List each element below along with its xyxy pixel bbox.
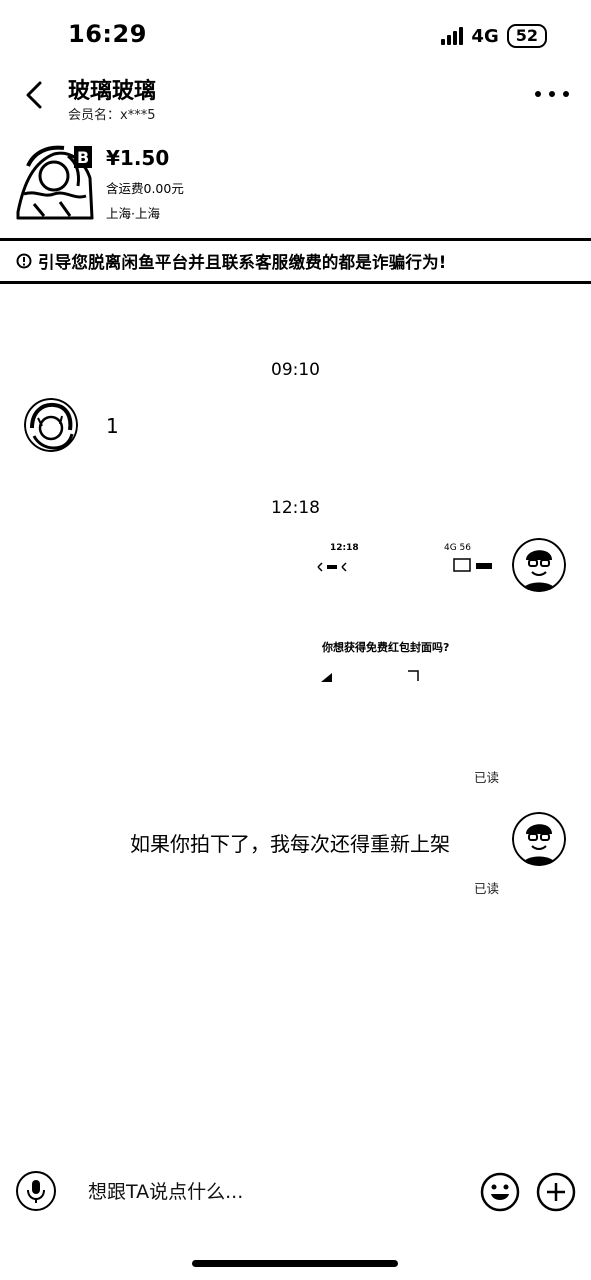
self-avatar[interactable]: [512, 812, 566, 866]
message-timestamp: 09:10: [271, 360, 320, 380]
cellular-signal-icon: [441, 27, 464, 45]
back-button[interactable]: [18, 78, 52, 112]
message-text: 如果你拍下了，我每次还得重新上架: [130, 832, 450, 856]
network-type: 4G: [471, 25, 499, 47]
voice-input-button[interactable]: [16, 1171, 56, 1211]
message-text: 1: [106, 414, 119, 438]
self-avatar[interactable]: [512, 538, 566, 592]
smiley-icon: [480, 1172, 520, 1212]
battery-level: 52: [506, 24, 547, 48]
fraud-warning-banner: 引导您脱离闲鱼平台并且联系客服缴费的都是诈骗行为!: [0, 238, 591, 284]
more-options-button[interactable]: [535, 84, 569, 104]
contact-avatar[interactable]: [24, 398, 78, 452]
screenshot-corner-icon: [321, 673, 332, 682]
screenshot-box-icon: [408, 670, 419, 681]
image-message[interactable]: 12:18 4G 56 你想获得免费红包封面吗?: [306, 535, 502, 767]
emoji-button[interactable]: [480, 1172, 520, 1212]
fraud-warning-text: 引导您脱离闲鱼平台并且联系客服缴费的都是诈骗行为!: [38, 253, 447, 272]
message-input[interactable]: [70, 1168, 490, 1216]
home-indicator: [192, 1260, 398, 1267]
status-indicators: 4G 52: [441, 24, 547, 48]
svg-text:B: B: [77, 148, 89, 167]
screenshot-avatar-icon: [453, 558, 492, 572]
message-timestamp: 12:18: [271, 498, 320, 518]
screenshot-header-icon: [317, 562, 347, 572]
microphone-icon: [27, 1180, 45, 1203]
screenshot-status: 4G 56: [444, 543, 472, 553]
product-image[interactable]: B: [14, 142, 96, 220]
read-receipt: 已读: [474, 881, 500, 896]
product-location: 上海·上海: [106, 206, 160, 221]
product-price: ¥1.50: [106, 146, 170, 170]
more-dots-icon: [535, 91, 541, 97]
screenshot-question: 你想获得免费红包封面吗?: [322, 641, 450, 654]
status-time: 16:29: [68, 20, 147, 48]
info-icon: [16, 253, 32, 269]
read-receipt: 已读: [474, 770, 500, 785]
member-name: 会员名：x***5: [68, 108, 156, 123]
plus-icon: [536, 1172, 576, 1212]
shipping-fee: 含运费0.00元: [106, 181, 184, 196]
more-actions-button[interactable]: [536, 1172, 576, 1212]
chat-title: 玻璃玻璃: [68, 79, 157, 104]
screenshot-time: 12:18: [330, 543, 359, 553]
chevron-left-icon: [26, 81, 42, 109]
